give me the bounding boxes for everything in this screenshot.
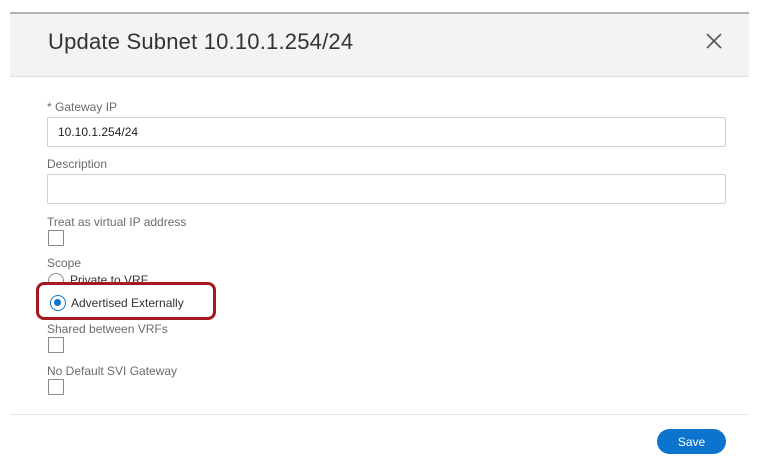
private-to-vrf-label: Private to VRF: [70, 273, 149, 283]
description-label: Description: [47, 157, 108, 171]
gateway-ip-input[interactable]: [47, 117, 726, 147]
save-button[interactable]: Save: [657, 429, 726, 454]
scope-option-private-row: Private to VRF: [40, 270, 240, 283]
dialog-title: Update Subnet 10.10.1.254/24: [48, 29, 354, 54]
virtual-ip-label: Treat as virtual IP address: [47, 215, 187, 229]
close-button[interactable]: [701, 28, 727, 54]
shared-between-vrfs-label: Shared between VRFs: [47, 322, 168, 336]
no-default-svi-gateway-checkbox[interactable]: [48, 379, 64, 395]
shared-between-vrfs-checkbox[interactable]: [48, 337, 64, 353]
description-input[interactable]: [47, 174, 726, 204]
no-default-svi-gateway-label: No Default SVI Gateway: [47, 364, 178, 378]
update-subnet-dialog: Update Subnet 10.10.1.254/24 * Gateway I…: [0, 0, 759, 464]
private-to-vrf-radio[interactable]: [48, 273, 64, 283]
virtual-ip-checkbox[interactable]: [48, 230, 64, 246]
advertised-externally-label: Advertised Externally: [71, 296, 184, 310]
gateway-ip-label: * Gateway IP: [47, 100, 118, 114]
scope-label: Scope: [47, 256, 82, 270]
advertised-externally-radio[interactable]: [50, 295, 66, 311]
dialog-header: Update Subnet 10.10.1.254/24: [10, 14, 749, 77]
close-icon: [706, 33, 722, 49]
